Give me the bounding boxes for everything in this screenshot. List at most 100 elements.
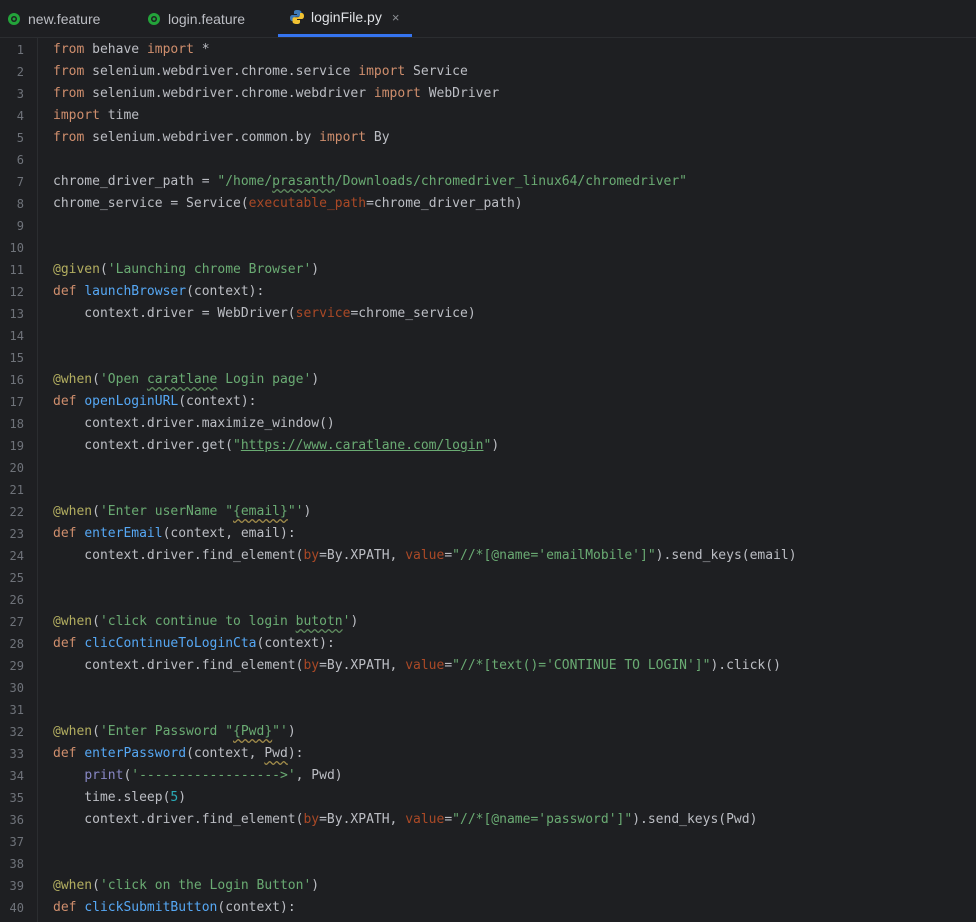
- code-line[interactable]: 38: [0, 853, 976, 875]
- tab-label: new.feature: [28, 10, 101, 27]
- code-token: =: [444, 812, 453, 827]
- code-token: enterPassword: [84, 746, 187, 761]
- code-line[interactable]: 4 import time: [0, 105, 976, 127]
- code-line[interactable]: 11 @given('Launching chrome Browser'): [0, 259, 976, 281]
- code-line[interactable]: 37: [0, 831, 976, 853]
- code-line[interactable]: 13 context.driver = WebDriver(service=ch…: [0, 303, 976, 325]
- code-line[interactable]: 35 time.sleep(5): [0, 787, 976, 809]
- code-line[interactable]: 8 chrome_service = Service(executable_pat…: [0, 193, 976, 215]
- code-token: chrome_service = Service(: [53, 196, 249, 211]
- code-line[interactable]: 7 chrome_driver_path = "/home/prasanth/Do…: [0, 171, 976, 193]
- line-code: @when('Enter userName "{email}"'): [53, 501, 311, 523]
- code-token: context.driver.find_element(: [53, 548, 304, 563]
- line-code: def enterEmail(context, email):: [53, 523, 296, 545]
- code-token: =By.XPATH,: [319, 548, 406, 563]
- code-line[interactable]: 14: [0, 325, 976, 347]
- code-line[interactable]: 24 context.driver.find_element(by=By.XPA…: [0, 545, 976, 567]
- code-line[interactable]: 9: [0, 215, 976, 237]
- code-token: import: [319, 130, 367, 145]
- code-token: (: [92, 504, 100, 519]
- code-line[interactable]: 25: [0, 567, 976, 589]
- code-token: import: [358, 64, 406, 79]
- code-line[interactable]: 12 def launchBrowser(context):: [0, 281, 976, 303]
- tab-new-feature[interactable]: new.feature: [6, 0, 134, 37]
- code-token: 'Open: [99, 372, 147, 387]
- code-token: by: [303, 812, 320, 827]
- code-line[interactable]: 15: [0, 347, 976, 369]
- code-line[interactable]: 5 from selenium.webdriver.common.by impor…: [0, 127, 976, 149]
- code-line[interactable]: 3 from selenium.webdriver.chrome.webdrive…: [0, 83, 976, 105]
- close-icon[interactable]: ×: [392, 10, 400, 25]
- code-line[interactable]: 29 context.driver.find_element(by=By.XPA…: [0, 655, 976, 677]
- line-number: 24: [9, 549, 24, 563]
- code-token: =chrome_driver_path): [366, 196, 523, 211]
- code-line[interactable]: 26: [0, 589, 976, 611]
- line-code: chrome_driver_path = "/home/prasanth/Dow…: [53, 171, 687, 193]
- tab-login-feature[interactable]: login.feature: [146, 0, 278, 37]
- code-token: =chrome_service): [350, 306, 476, 321]
- code-token: ): [491, 438, 500, 453]
- code-token: context.driver.find_element(: [53, 812, 304, 827]
- code-line[interactable]: 6: [0, 149, 976, 171]
- code-line[interactable]: 2 from selenium.webdriver.chrome.service …: [0, 61, 976, 83]
- code-token: WebDriver: [420, 86, 500, 101]
- code-line[interactable]: 20: [0, 457, 976, 479]
- tab-label: login.feature: [168, 10, 246, 27]
- code-token: (: [92, 372, 100, 387]
- code-line[interactable]: 18 context.driver.maximize_window(): [0, 413, 976, 435]
- code-token: context.driver.get(: [53, 438, 234, 453]
- line-number: 12: [9, 285, 24, 299]
- code-line[interactable]: 28 def clicContinueToLoginCta(context):: [0, 633, 976, 655]
- code-line[interactable]: 34 print('------------------>', Pwd): [0, 765, 976, 787]
- code-token: def: [53, 394, 77, 409]
- line-number: 34: [9, 769, 24, 783]
- code-token: (context,: [186, 746, 265, 761]
- code-token: (: [99, 262, 108, 277]
- code-token: clicContinueToLoginCta: [84, 636, 257, 651]
- line-number: 25: [9, 571, 24, 585]
- cucumber-icon: [6, 11, 22, 27]
- code-line[interactable]: 21: [0, 479, 976, 501]
- code-line[interactable]: 16 @when('Open caratlane Login page'): [0, 369, 976, 391]
- code-line[interactable]: 1 from behave import *: [0, 39, 976, 61]
- line-code: @when('Open caratlane Login page'): [53, 369, 319, 391]
- code-token: "': [287, 504, 304, 519]
- code-token: ": [233, 438, 241, 453]
- code-line[interactable]: 27 @when('click continue to login butotn'…: [0, 611, 976, 633]
- line-number: 36: [9, 813, 24, 827]
- code-line[interactable]: 23 def enterEmail(context, email):: [0, 523, 976, 545]
- code-token: from: [53, 130, 85, 145]
- line-number: 21: [9, 483, 24, 497]
- code-line[interactable]: 10: [0, 237, 976, 259]
- code-line[interactable]: 17 def openLoginURL(context):: [0, 391, 976, 413]
- code-token: selenium.webdriver.chrome.webdriver: [84, 86, 374, 101]
- line-number: 23: [9, 527, 24, 541]
- code-token: @when: [53, 878, 93, 893]
- code-token: @given: [53, 262, 100, 277]
- code-token: "//*[@name='emailMobile']": [452, 548, 656, 563]
- code-line[interactable]: 31: [0, 699, 976, 721]
- code-line[interactable]: 36 context.driver.find_element(by=By.XPA…: [0, 809, 976, 831]
- code-token: "/home/: [217, 174, 273, 189]
- tab-loginfile-py[interactable]: loginFile.py ×: [278, 0, 412, 37]
- code-editor[interactable]: 1 from behave import * 2 from selenium.webd…: [0, 38, 976, 922]
- line-number: 37: [9, 835, 24, 849]
- code-token: value: [405, 548, 445, 563]
- code-token: behave: [84, 42, 147, 57]
- line-number: 39: [9, 879, 24, 893]
- code-line[interactable]: 30: [0, 677, 976, 699]
- line-number: 1: [16, 43, 24, 57]
- code-line[interactable]: 33 def enterPassword(context, Pwd):: [0, 743, 976, 765]
- code-token: enterEmail: [84, 526, 163, 541]
- line-code: def openLoginURL(context):: [53, 391, 257, 413]
- code-line[interactable]: 32 @when('Enter Password "{Pwd}"'): [0, 721, 976, 743]
- code-line[interactable]: 19 context.driver.get("https://www.carat…: [0, 435, 976, 457]
- line-number: 7: [16, 175, 24, 189]
- code-line[interactable]: 40 def clickSubmitButton(context):: [0, 897, 976, 919]
- line-code: @when('click continue to login butotn'): [53, 611, 358, 633]
- code-token: value: [405, 812, 445, 827]
- line-code: def launchBrowser(context):: [53, 281, 264, 303]
- line-code: def clickSubmitButton(context):: [53, 897, 296, 919]
- code-line[interactable]: 22 @when('Enter userName "{email}"'): [0, 501, 976, 523]
- code-line[interactable]: 39 @when('click on the Login Button'): [0, 875, 976, 897]
